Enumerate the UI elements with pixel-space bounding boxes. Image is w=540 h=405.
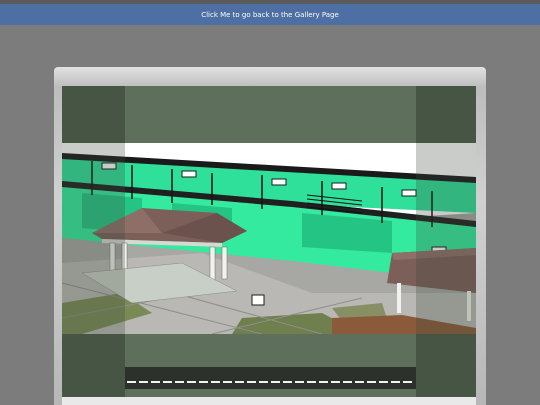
back-to-gallery-link[interactable]: Click Me to go back to the Gallery Page — [0, 4, 540, 25]
left-overlay — [62, 143, 125, 334]
main-image[interactable] — [62, 143, 476, 334]
image-viewer — [62, 86, 476, 397]
right-overlay — [416, 143, 476, 334]
dashed-line-icon — [127, 381, 414, 383]
panel-bottom — [62, 397, 476, 405]
thumbnail-strip[interactable] — [125, 367, 416, 389]
